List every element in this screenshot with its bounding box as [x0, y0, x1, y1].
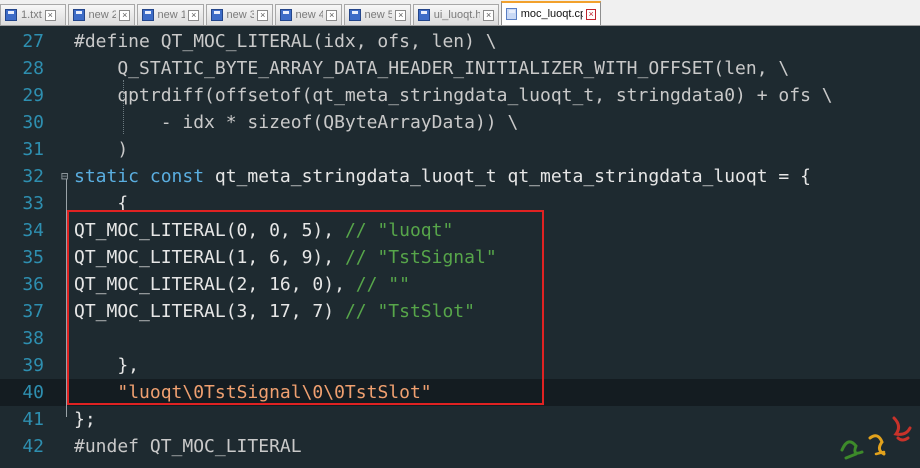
tab-new-2[interactable]: new 2 × [68, 4, 135, 25]
file-save-icon [280, 9, 292, 21]
line-number: 37 [22, 301, 44, 322]
code-editor[interactable]: 42 #undef QT_MOC_LITERAL 41}; 40 "luoqt\0Ts… [0, 26, 920, 461]
tab-new-3[interactable]: new 3 × [206, 4, 273, 25]
code-text: #define QT_MOC_LITERAL(idx, ofs, len) \ [74, 28, 497, 55]
close-icon[interactable]: × [586, 8, 596, 20]
line-number: 38 [22, 328, 44, 349]
close-icon[interactable]: × [44, 9, 56, 21]
close-icon[interactable]: × [119, 9, 130, 21]
code-line[interactable]: 27 #define QT_MOC_LITERAL(idx, ofs, len) … [0, 28, 920, 55]
code-line[interactable]: 41}; [0, 406, 920, 433]
code-token-plain: qt_meta_stringdata_luoqt_t qt_meta_strin… [204, 166, 811, 187]
tab-label: new 3 [226, 9, 255, 21]
code-line[interactable]: 32 ⊟ static const qt_meta_stringdata_luoqt… [0, 163, 920, 190]
line-number: 41 [22, 409, 44, 430]
line-number: 32 [22, 166, 44, 187]
line-number: 34 [22, 220, 44, 241]
code-text: ) [74, 136, 128, 163]
tab-label: new 1 [157, 9, 186, 21]
file-save-icon [142, 9, 154, 21]
code-token-pre: #undef QT_MOC_LITERAL [74, 436, 302, 457]
line-number: 33 [22, 193, 44, 214]
tab-label: new 2 [88, 9, 117, 21]
code-line[interactable]: 42 #undef QT_MOC_LITERAL [0, 433, 920, 460]
tab-label: 1.txt [21, 9, 42, 21]
tab-label: new 4 [295, 9, 324, 21]
code-token-pre: Q_STATIC_BYTE_ARRAY_DATA_HEADER_INITIALI… [74, 58, 790, 79]
code-text: #undef QT_MOC_LITERAL [74, 433, 302, 460]
file-save-icon [211, 9, 223, 21]
line-number: 30 [22, 112, 44, 133]
tab-new-1[interactable]: new 1 × [137, 4, 204, 25]
fold-toggle-icon[interactable]: ⊟ [61, 163, 68, 190]
close-icon[interactable]: × [483, 9, 494, 21]
file-save-icon [5, 9, 17, 21]
file-save-icon [418, 9, 430, 21]
line-number: 40 [22, 382, 44, 403]
file-save-icon [506, 8, 517, 20]
tab-1-txt[interactable]: 1.txt × [0, 4, 66, 25]
line-number: 36 [22, 274, 44, 295]
line-number: 29 [22, 85, 44, 106]
line-number: 42 [22, 436, 44, 457]
highlight-annotation-box [67, 210, 544, 405]
code-text: qptrdiff(offsetof(qt_meta_stringdata_luo… [74, 82, 833, 109]
line-number: 28 [22, 58, 44, 79]
close-icon[interactable]: × [188, 9, 199, 21]
code-line[interactable]: 31 ) [0, 136, 920, 163]
code-text: Q_STATIC_BYTE_ARRAY_DATA_HEADER_INITIALI… [74, 55, 789, 82]
code-token-pre: - idx * sizeof(QByteArrayData)) \ [74, 112, 519, 133]
close-icon[interactable]: × [326, 9, 337, 21]
tab-moc-luoqt-cpp[interactable]: moc_luoqt.cpp× [501, 1, 601, 25]
code-token-plain: }; [74, 409, 96, 430]
file-save-icon [349, 9, 361, 21]
tab-label: new 5 [364, 9, 393, 21]
code-line[interactable]: 29 qptrdiff(offsetof(qt_meta_stringdata_… [0, 82, 920, 109]
line-number: 27 [22, 31, 44, 52]
tab-label: moc_luoqt.cpp [520, 8, 584, 20]
watermark-logo [840, 416, 912, 460]
code-text: }; [74, 406, 96, 433]
code-text: - idx * sizeof(QByteArrayData)) \ [74, 109, 519, 136]
code-token-kw: static const [74, 166, 205, 187]
code-line[interactable]: 30 - idx * sizeof(QByteArrayData)) \ [0, 109, 920, 136]
code-token-pre: #define QT_MOC_LITERAL(idx, ofs, len) \ [74, 31, 497, 52]
code-text: static const qt_meta_stringdata_luoqt_t … [74, 163, 811, 190]
tab-new-4[interactable]: new 4 × [275, 4, 342, 25]
tab-ui-luoqt-h[interactable]: ui_luoqt.h × [413, 4, 499, 25]
indent-guide [123, 80, 124, 134]
line-number: 35 [22, 247, 44, 268]
tab-new-5[interactable]: new 5 × [344, 4, 411, 25]
tab-bar: 1.txt × new 2 × new 1 × new 3 × new 4 × new 5 × ui_l… [0, 0, 920, 26]
tab-label: ui_luoqt.h [433, 9, 481, 21]
line-number: 39 [22, 355, 44, 376]
code-token-pre: ) [74, 139, 129, 160]
code-token-pre: qptrdiff(offsetof(qt_meta_stringdata_luo… [74, 85, 833, 106]
close-icon[interactable]: × [395, 9, 406, 21]
line-number: 31 [22, 139, 44, 160]
close-icon[interactable]: × [257, 9, 268, 21]
file-save-icon [73, 9, 85, 21]
code-line[interactable]: 28 Q_STATIC_BYTE_ARRAY_DATA_HEADER_INITI… [0, 55, 920, 82]
